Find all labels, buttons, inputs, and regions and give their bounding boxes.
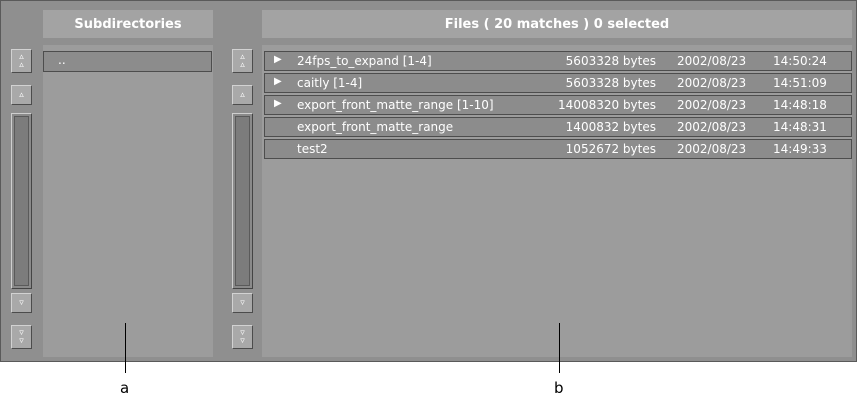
files-page-down-button[interactable]: ▿ ▿: [232, 325, 253, 349]
file-time: 14:48:18: [773, 98, 827, 112]
up-arrow-icon: ▵: [240, 90, 245, 100]
file-size: 5603328 bytes: [565, 76, 656, 90]
file-size: 1400832 bytes: [565, 120, 656, 134]
subdirectories-list[interactable]: [43, 45, 213, 357]
subdirectories-header: Subdirectories: [43, 10, 213, 38]
subdir-scrollbar-thumb[interactable]: [11, 113, 32, 289]
file-size: 1052672 bytes: [565, 142, 656, 156]
callout-label-a: a: [120, 379, 130, 397]
files-header: Files ( 20 matches ) 0 selected: [262, 10, 852, 38]
file-name: caitly [1-4]: [297, 76, 363, 90]
file-row[interactable]: ▶ export_front_matte_range [1-10] 140083…: [264, 95, 852, 115]
callout-line-b: [559, 323, 560, 373]
files-scroll-down-button[interactable]: ▿: [232, 293, 253, 313]
file-date: 2002/08/23: [677, 142, 747, 156]
double-up-arrow-icon: ▵ ▵: [240, 52, 245, 70]
down-arrow-icon: ▿: [240, 298, 245, 308]
file-name: export_front_matte_range: [297, 120, 454, 134]
file-time: 14:50:24: [773, 54, 827, 68]
expand-arrow-icon[interactable]: ▶: [274, 76, 282, 87]
subdir-scrollbar-thumb-track: [14, 116, 29, 286]
file-date: 2002/08/23: [677, 120, 747, 134]
file-date: 2002/08/23: [677, 54, 747, 68]
subdir-item-parent[interactable]: ..: [43, 51, 212, 72]
files-page-up-button[interactable]: ▵ ▵: [232, 49, 253, 73]
files-title: Files ( 20 matches ) 0 selected: [444, 16, 670, 32]
file-time: 14:51:09: [773, 76, 827, 90]
expand-arrow-icon[interactable]: ▶: [274, 98, 282, 109]
file-date: 2002/08/23: [677, 76, 747, 90]
file-row[interactable]: ▶ caitly [1-4] 5603328 bytes 2002/08/23 …: [264, 73, 852, 93]
file-browser-window: Subdirectories ▵ ▵ ▵ ▿ ▿ ▿ .. Files ( 20 m…: [0, 0, 857, 362]
subdir-scroll-up-button[interactable]: ▵: [11, 85, 32, 105]
file-size: 5603328 bytes: [565, 54, 656, 68]
subdir-item-label: ..: [58, 53, 66, 67]
files-scrollbar-thumb[interactable]: [232, 113, 253, 289]
subdirectories-title: Subdirectories: [74, 16, 182, 32]
callout-label-b: b: [554, 379, 564, 397]
double-down-arrow-icon: ▿ ▿: [19, 328, 24, 346]
subdir-page-down-button[interactable]: ▿ ▿: [11, 325, 32, 349]
files-scroll-up-button[interactable]: ▵: [232, 85, 253, 105]
file-name: export_front_matte_range [1-10]: [297, 98, 494, 112]
down-arrow-icon: ▿: [19, 298, 24, 308]
expand-arrow-icon[interactable]: ▶: [274, 54, 282, 65]
file-size: 14008320 bytes: [558, 98, 656, 112]
file-name: 24fps_to_expand [1-4]: [297, 54, 432, 68]
callout-line-a: [125, 323, 126, 373]
double-up-arrow-icon: ▵ ▵: [19, 52, 24, 70]
file-row[interactable]: export_front_matte_range 1400832 bytes 2…: [264, 117, 852, 137]
files-scrollbar-thumb-track: [235, 116, 250, 286]
subdir-scroll-down-button[interactable]: ▿: [11, 293, 32, 313]
file-row[interactable]: ▶ 24fps_to_expand [1-4] 5603328 bytes 20…: [264, 51, 852, 71]
file-date: 2002/08/23: [677, 98, 747, 112]
double-down-arrow-icon: ▿ ▿: [240, 328, 245, 346]
file-time: 14:48:31: [773, 120, 827, 134]
subdir-page-up-button[interactable]: ▵ ▵: [11, 49, 32, 73]
file-name: test2: [297, 142, 328, 156]
file-time: 14:49:33: [773, 142, 827, 156]
up-arrow-icon: ▵: [19, 90, 24, 100]
file-row[interactable]: test2 1052672 bytes 2002/08/23 14:49:33: [264, 139, 852, 159]
